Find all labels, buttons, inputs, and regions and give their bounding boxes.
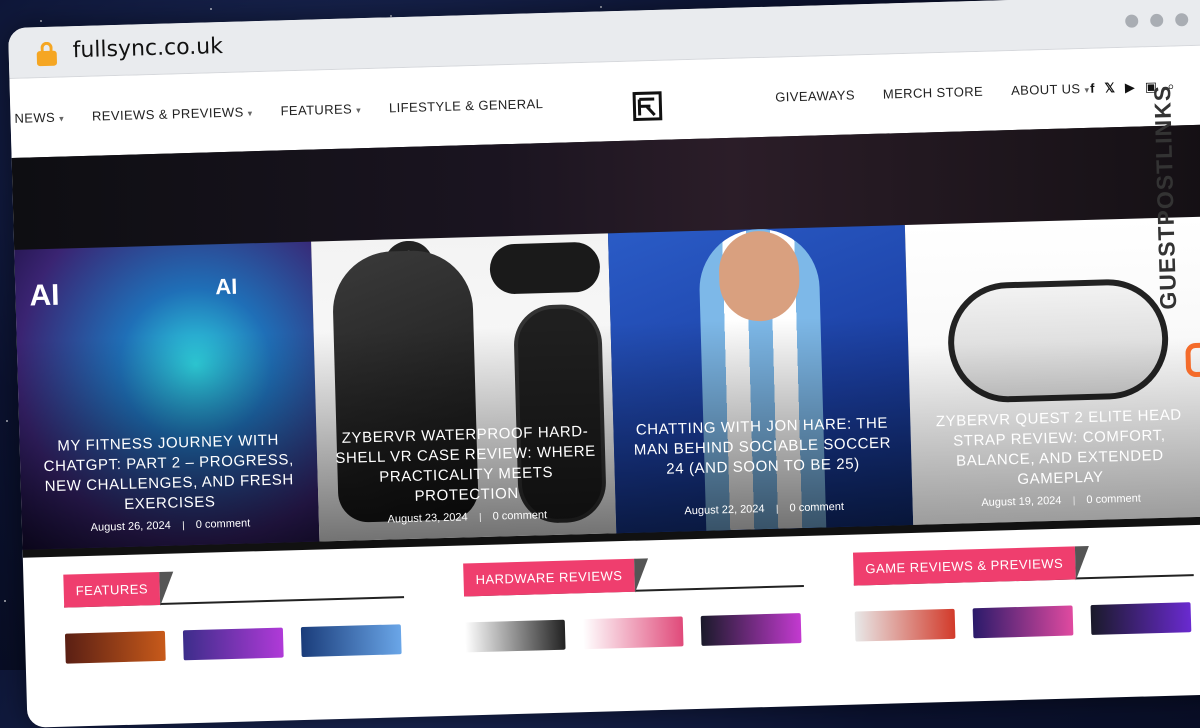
lock-icon (36, 41, 58, 67)
post-thumbnail[interactable] (464, 619, 566, 653)
post-thumbnail[interactable] (854, 608, 956, 642)
post-title[interactable]: ZYBERVR WATERPROOF HARD-SHELL VR CASE RE… (334, 422, 597, 509)
chevron-down-icon: ▾ (59, 113, 65, 124)
post-thumbnail[interactable] (1090, 602, 1192, 635)
featured-posts: AI AI MY FITNESS JOURNEY WITH CHATGPT: P… (14, 216, 1200, 550)
site-logo[interactable] (630, 89, 665, 124)
facebook-icon[interactable]: f (1090, 81, 1095, 97)
browser-window: fullsync.co.uk NEWS ▾ REVIEWS & PREVIEWS ▾… (8, 0, 1200, 728)
nav-item-reviews-previews[interactable]: REVIEWS & PREVIEWS ▾ (92, 104, 253, 123)
nav-item-about-us[interactable]: ABOUT US ▾ (1011, 81, 1090, 98)
youtube-icon[interactable]: ▶ (1125, 80, 1135, 96)
nav-item-news[interactable]: NEWS ▾ (14, 109, 65, 126)
watermark-text: GUESTPOSTLINKS (1148, 84, 1182, 311)
thumbnail-row (854, 602, 1196, 642)
window-dot-icon[interactable] (1175, 13, 1189, 27)
section-game-reviews-previews: GAME REVIEWS & PREVIEWS (852, 543, 1196, 642)
url-text[interactable]: fullsync.co.uk (72, 34, 223, 63)
thumbnail-row (464, 613, 806, 653)
window-dot-icon[interactable] (1150, 13, 1164, 28)
thumbnail-row (64, 624, 406, 664)
watermark: GUESTPOSTLINKS (1149, 52, 1200, 378)
nav-item-merch-store[interactable]: MERCH STORE (883, 84, 984, 102)
nav-item-features[interactable]: FEATURES ▾ (280, 101, 361, 118)
primary-nav-right: GIVEAWAYS MERCH STORE ABOUT US ▾ (775, 81, 1090, 105)
post-thumbnail[interactable] (972, 605, 1074, 639)
post-thumbnail[interactable] (64, 630, 166, 664)
chevron-down-icon: ▾ (247, 108, 253, 119)
x-icon[interactable]: 𝕏 (1104, 80, 1115, 96)
chevron-down-icon: ▾ (356, 105, 362, 116)
chevron-down-icon: ▾ (1084, 84, 1090, 95)
featured-post-card[interactable]: ZYBERVR WATERPROOF HARD-SHELL VR CASE RE… (311, 233, 617, 542)
window-controls (1125, 13, 1189, 28)
post-title[interactable]: CHATTING WITH JON HARE: THE MAN BEHIND S… (631, 413, 894, 480)
post-thumbnail[interactable] (582, 616, 684, 650)
post-title[interactable]: ZYBERVR QUEST 2 ELITE HEAD STRAP REVIEW:… (928, 405, 1191, 492)
nav-item-lifestyle-general[interactable]: LIFESTYLE & GENERAL (389, 96, 544, 115)
window-dot-icon[interactable] (1125, 14, 1139, 28)
primary-nav-left: NEWS ▾ REVIEWS & PREVIEWS ▾ FEATURES ▾ LIFE… (14, 96, 543, 126)
section-heading[interactable]: GAME REVIEWS & PREVIEWS (852, 546, 1076, 586)
section-hardware-reviews: HARDWARE REVIEWS (463, 554, 806, 653)
hero-section: AI AI MY FITNESS JOURNEY WITH CHATGPT: P… (11, 124, 1200, 558)
section-features: FEATURES (63, 565, 406, 664)
post-thumbnail[interactable] (700, 613, 802, 646)
link-icon (1185, 342, 1200, 378)
section-heading[interactable]: FEATURES (63, 571, 161, 608)
featured-post-card[interactable]: CHATTING WITH JON HARE: THE MAN BEHIND S… (607, 225, 914, 534)
post-thumbnail[interactable] (300, 624, 402, 658)
post-thumbnail[interactable] (182, 627, 284, 661)
nav-item-giveaways[interactable]: GIVEAWAYS (775, 87, 855, 104)
section-heading[interactable]: HARDWARE REVIEWS (463, 558, 635, 597)
featured-post-card[interactable]: AI AI MY FITNESS JOURNEY WITH CHATGPT: P… (14, 241, 320, 550)
post-title[interactable]: MY FITNESS JOURNEY WITH CHATGPT: PART 2 … (37, 430, 300, 517)
